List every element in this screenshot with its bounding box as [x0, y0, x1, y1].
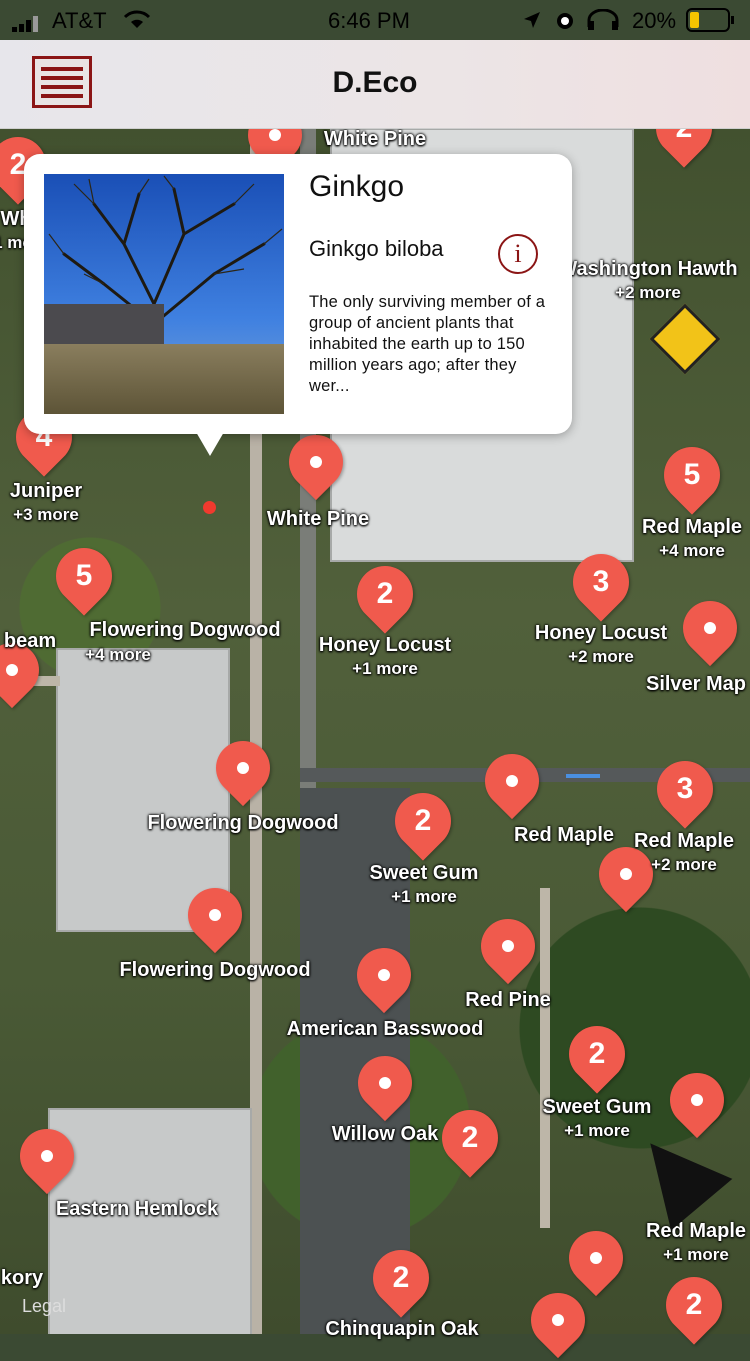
cluster-pin[interactable]: 3	[645, 749, 725, 829]
alarm-icon	[554, 9, 576, 37]
signal-icon	[12, 12, 46, 38]
turn-sign-icon	[649, 303, 721, 375]
info-icon[interactable]: i	[498, 234, 538, 274]
location-icon	[522, 10, 542, 36]
tree-scientific-name: Ginkgo biloba	[309, 236, 444, 261]
map-label: kory	[0, 1267, 44, 1289]
cluster-pin[interactable]: 2	[361, 1238, 441, 1318]
map-label: Eastern Hemlock	[55, 1198, 219, 1220]
cluster-pin[interactable]: 2	[345, 554, 425, 634]
map-label: Flowering Dogwood	[147, 812, 339, 834]
map-label: White Pine	[266, 508, 370, 530]
carrier-label: AT&T	[52, 8, 107, 33]
map-label: Honey Locust +2 more	[534, 622, 668, 666]
selected-location-dot	[203, 501, 216, 514]
map-label: Sweet Gum +1 more	[542, 1096, 652, 1140]
app-title: D.Eco	[332, 66, 418, 99]
map-label: Flowering Dogwood	[89, 619, 281, 641]
map-label: Juniper +3 more	[9, 480, 83, 524]
tree-callout[interactable]: Ginkgo Ginkgo biloba i The only survivin…	[24, 154, 572, 456]
battery-icon	[686, 8, 736, 38]
headphones-icon	[586, 8, 620, 37]
navigation-bar: D.Eco	[0, 40, 750, 129]
map-label: White Pine	[323, 128, 427, 150]
map-label: Sweet Gum +1 more	[369, 862, 479, 906]
tree-description: The only surviving member of a group of …	[309, 293, 546, 395]
map-label: Willow Oak	[331, 1123, 439, 1145]
clock: 6:46 PM	[328, 8, 410, 33]
status-bar: AT&T 6:46 PM 20%	[0, 0, 750, 40]
cluster-pin[interactable]: 2	[383, 781, 463, 861]
map-label: Red Maple +4 more	[641, 516, 743, 560]
cluster-pin[interactable]: 2	[557, 1014, 637, 1094]
map-label: Red Maple +1 more	[645, 1220, 747, 1264]
map-label: Chinquapin Oak	[325, 1318, 479, 1340]
cluster-pin[interactable]: 5	[652, 435, 732, 515]
map-label: Honey Locust +1 more	[318, 634, 452, 678]
direction-arrow-icon	[566, 774, 600, 778]
cluster-pin[interactable]: 5	[44, 536, 124, 616]
map-label: Flowering Dogwood	[119, 959, 311, 981]
building	[48, 1108, 252, 1334]
map-label: Red Maple	[513, 824, 615, 846]
map-label: Red Pine	[465, 989, 551, 1011]
map-label: beam	[3, 630, 57, 652]
walkway	[540, 888, 550, 1228]
map-label: Washington Hawth +2 more	[558, 258, 738, 302]
cluster-pin[interactable]: 3	[561, 542, 641, 622]
tree-photo[interactable]	[44, 174, 284, 414]
cluster-pin[interactable]: 2	[654, 1265, 734, 1345]
wifi-icon	[122, 10, 152, 36]
map-label: +4 more	[85, 645, 151, 664]
battery-percent: 20%	[632, 8, 677, 33]
map-label: Silver Map	[645, 673, 747, 695]
legal-link[interactable]: Legal	[22, 1296, 66, 1317]
tree-common-name: Ginkgo	[309, 170, 405, 203]
map-label: American Basswood	[286, 1018, 484, 1040]
cluster-pin[interactable]: 2	[430, 1098, 510, 1178]
map-label: Red Maple +2 more	[633, 830, 735, 874]
